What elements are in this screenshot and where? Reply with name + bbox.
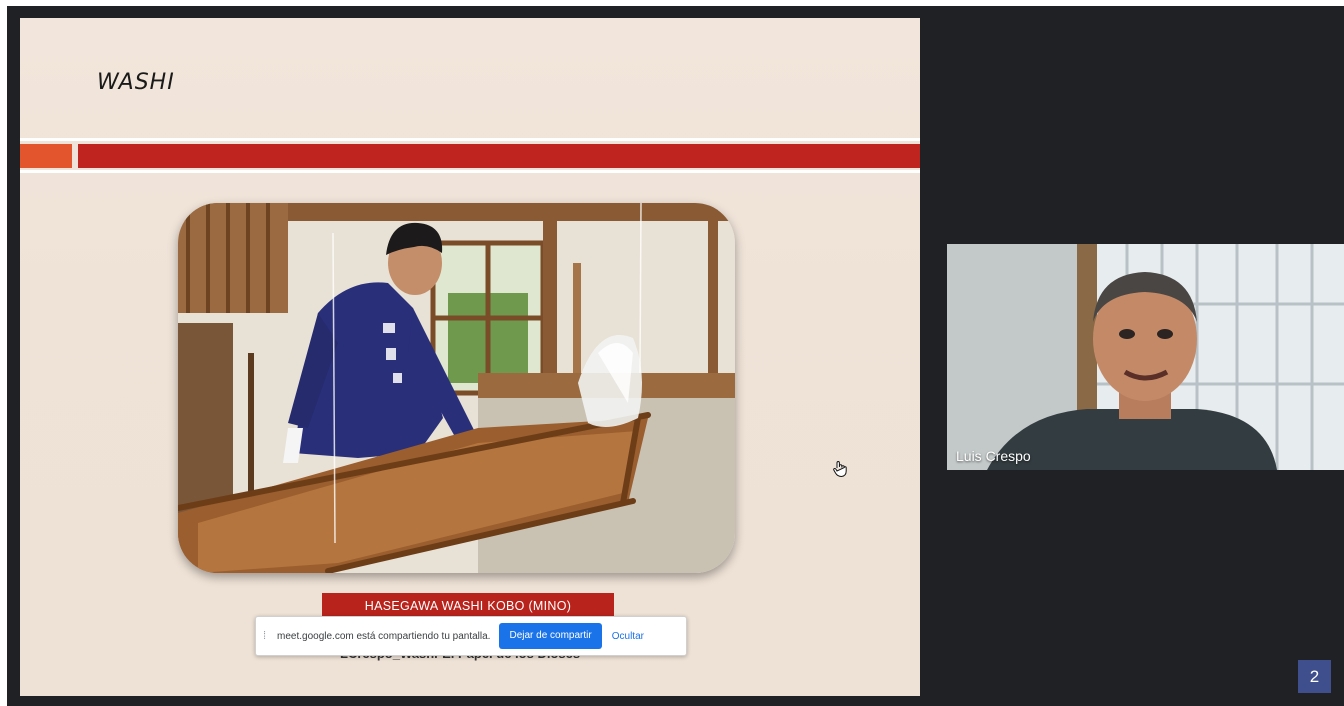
slide-title: WASHI xyxy=(97,70,175,95)
accent-bar-orange xyxy=(20,144,72,168)
divider-line xyxy=(20,138,920,141)
shared-slide: WASHI HASEGAWA WASHI KOBO (MINO) xyxy=(20,18,920,696)
stop-sharing-button[interactable]: Dejar de compartir xyxy=(499,623,602,649)
slide-photo xyxy=(178,203,735,573)
divider-line xyxy=(20,170,920,173)
page-indicator: 2 xyxy=(1298,660,1331,693)
drag-handle-icon[interactable]: ⁞ xyxy=(263,630,275,642)
accent-bar-red xyxy=(78,144,920,168)
hand-pointer-icon xyxy=(833,460,847,478)
hide-banner-button[interactable]: Ocultar xyxy=(612,631,644,642)
share-message: meet.google.com está compartiendo tu pan… xyxy=(277,630,491,642)
participant-video-tile[interactable]: Luis Crespo xyxy=(947,244,1344,470)
participant-video xyxy=(947,244,1344,470)
screen-share-banner: ⁞ meet.google.com está compartiendo tu p… xyxy=(255,616,687,656)
participant-name: Luis Crespo xyxy=(956,448,1031,464)
